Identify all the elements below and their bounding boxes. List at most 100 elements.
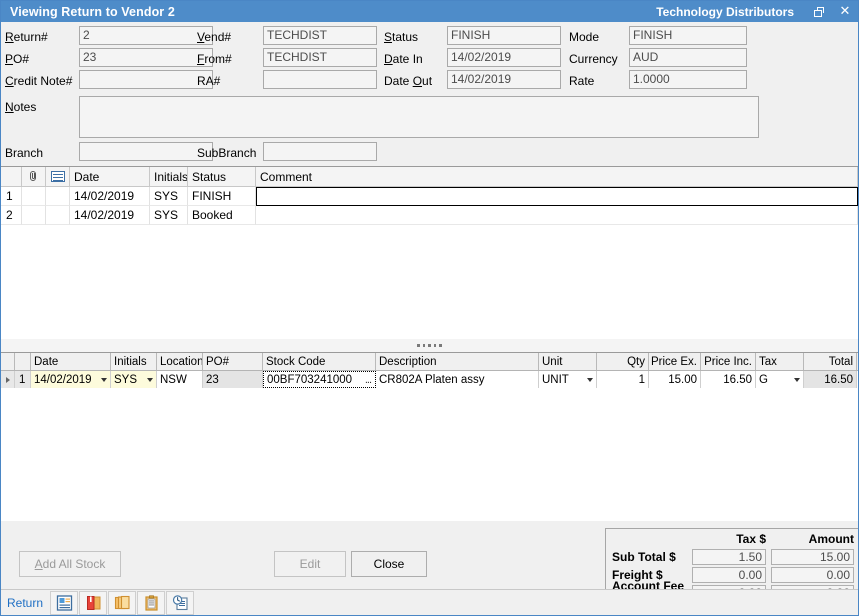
close-button[interactable]: Close	[351, 551, 427, 577]
detail-col-description[interactable]: Description	[376, 353, 539, 370]
chevron-down-icon[interactable]	[147, 378, 153, 382]
ellipsis-icon[interactable]: ...	[365, 372, 372, 388]
line-item-grid: Date Initials Location PO# Stock Code De…	[1, 353, 858, 521]
comment-cell-rownum: 2	[1, 206, 22, 225]
table-row[interactable]: 1 14/02/2019 SYS NSW 23 00BF703241000 ..…	[1, 371, 858, 388]
detail-col-price-inc[interactable]: Price Inc.	[701, 353, 756, 370]
label-credit-note-number: Credit Note#	[5, 74, 72, 88]
credit-note-number-field[interactable]	[79, 70, 213, 89]
return-link[interactable]: Return	[1, 596, 50, 610]
comment-cell-note[interactable]	[46, 206, 70, 225]
comment-cell-status[interactable]: Booked	[188, 206, 256, 225]
clipboard-icon-button[interactable]	[137, 591, 165, 615]
totals-label-subtotal: Sub Total $	[606, 550, 692, 564]
comment-col-note[interactable]	[46, 167, 70, 186]
splitter-grip-icon	[417, 344, 442, 347]
subbranch-field[interactable]	[263, 142, 377, 161]
comment-col-initials[interactable]: Initials	[150, 167, 188, 186]
comment-col-comment[interactable]: Comment	[256, 167, 858, 186]
date-out-field[interactable]: 14/02/2019	[447, 70, 561, 89]
table-row[interactable]: 2 14/02/2019 SYS Booked	[1, 206, 858, 225]
detail-cell-stock-code[interactable]: 00BF703241000 ...	[263, 371, 376, 388]
detail-cell-description[interactable]: CR802A Platen assy	[376, 371, 539, 388]
comment-cell-attachment[interactable]	[22, 187, 46, 206]
document-blue-icon	[56, 595, 73, 611]
vendor-number-field[interactable]: TECHDIST	[263, 26, 377, 45]
totals-subtotal-amount: 15.00	[771, 549, 854, 565]
comment-cell-initials[interactable]: SYS	[150, 206, 188, 225]
detail-cell-location[interactable]: NSW	[157, 371, 203, 388]
comment-cell-comment[interactable]	[256, 206, 858, 225]
comment-cell-rownum: 1	[1, 187, 22, 206]
detail-col-total[interactable]: Total	[804, 353, 857, 370]
label-vendor-number: Vend#	[197, 30, 231, 44]
detail-cell-po: 23	[203, 371, 263, 388]
date-in-field[interactable]: 14/02/2019	[447, 48, 561, 67]
detail-col-po[interactable]: PO#	[203, 353, 263, 370]
label-date-out: Date Out	[384, 74, 432, 88]
detail-col-date[interactable]: Date	[31, 353, 111, 370]
detail-initials-value: SYS	[114, 372, 137, 388]
chevron-down-icon[interactable]	[794, 378, 800, 382]
rate-field[interactable]: 1.0000	[629, 70, 747, 89]
detail-cell-unit[interactable]: UNIT	[539, 371, 597, 388]
currency-field[interactable]: AUD	[629, 48, 747, 67]
detail-stock-code-value: 00BF703241000	[267, 372, 352, 388]
comment-cell-comment[interactable]	[256, 187, 858, 206]
comment-col-attachment[interactable]	[22, 167, 46, 186]
red-folder-icon-button[interactable]	[79, 591, 107, 615]
return-number-field[interactable]: 2	[79, 26, 213, 45]
comment-cell-date[interactable]: 14/02/2019	[70, 206, 150, 225]
mode-field[interactable]: FINISH	[629, 26, 747, 45]
note-icon	[51, 171, 65, 182]
history-document-icon-button[interactable]	[166, 591, 194, 615]
restore-button[interactable]	[806, 1, 832, 22]
chevron-down-icon[interactable]	[101, 378, 107, 382]
detail-col-price-ex[interactable]: Price Ex.	[649, 353, 701, 370]
edit-button[interactable]: Edit	[274, 551, 346, 577]
comment-cell-status[interactable]: FINISH	[188, 187, 256, 206]
detail-cell-tax[interactable]: G	[756, 371, 804, 388]
comment-cell-date[interactable]: 14/02/2019	[70, 187, 150, 206]
status-bar: Return	[1, 589, 858, 615]
detail-col-location[interactable]: Location	[157, 353, 203, 370]
comment-col-status[interactable]: Status	[188, 167, 256, 186]
copy-pages-icon	[114, 595, 131, 611]
table-row[interactable]: 1 14/02/2019 SYS FINISH	[1, 187, 858, 206]
copy-pages-icon-button[interactable]	[108, 591, 136, 615]
detail-col-unit[interactable]: Unit	[539, 353, 597, 370]
label-date-in: Date In	[384, 52, 423, 66]
totals-subtotal-tax: 1.50	[692, 549, 766, 565]
add-all-stock-button[interactable]: Add All Stock	[19, 551, 121, 577]
document-blue-icon-button[interactable]	[50, 591, 78, 615]
po-number-field[interactable]: 23	[79, 48, 213, 67]
status-field[interactable]: FINISH	[447, 26, 561, 45]
label-branch: Branch	[5, 146, 43, 160]
chevron-down-icon[interactable]	[587, 378, 593, 382]
detail-col-tax[interactable]: Tax	[756, 353, 804, 370]
totals-header-row: Tax $ Amount	[606, 530, 858, 547]
detail-cell-price-inc[interactable]: 16.50	[701, 371, 756, 388]
comment-cell-attachment[interactable]	[22, 206, 46, 225]
detail-col-qty[interactable]: Qty	[597, 353, 649, 370]
detail-row-indicator	[1, 371, 15, 388]
detail-cell-price-ex[interactable]: 15.00	[649, 371, 701, 388]
line-item-grid-empty-area	[1, 388, 858, 538]
close-window-button[interactable]: ✕	[832, 1, 858, 22]
label-ra-number: RA#	[197, 74, 220, 88]
detail-col-stock-code[interactable]: Stock Code	[263, 353, 376, 370]
comment-col-date[interactable]: Date	[70, 167, 150, 186]
comment-col-rownum[interactable]	[1, 167, 22, 186]
ra-number-field[interactable]	[263, 70, 377, 89]
detail-col-initials[interactable]: Initials	[111, 353, 157, 370]
detail-cell-date[interactable]: 14/02/2019	[31, 371, 111, 388]
from-number-field[interactable]: TECHDIST	[263, 48, 377, 67]
detail-cell-initials[interactable]: SYS	[111, 371, 157, 388]
detail-cell-qty[interactable]: 1	[597, 371, 649, 388]
title-bar: Viewing Return to Vendor 2 Technology Di…	[1, 1, 858, 22]
branch-field[interactable]	[79, 142, 213, 161]
comment-cell-initials[interactable]: SYS	[150, 187, 188, 206]
grid-splitter[interactable]	[1, 339, 858, 353]
comment-cell-note[interactable]	[46, 187, 70, 206]
notes-textarea[interactable]	[79, 96, 759, 138]
